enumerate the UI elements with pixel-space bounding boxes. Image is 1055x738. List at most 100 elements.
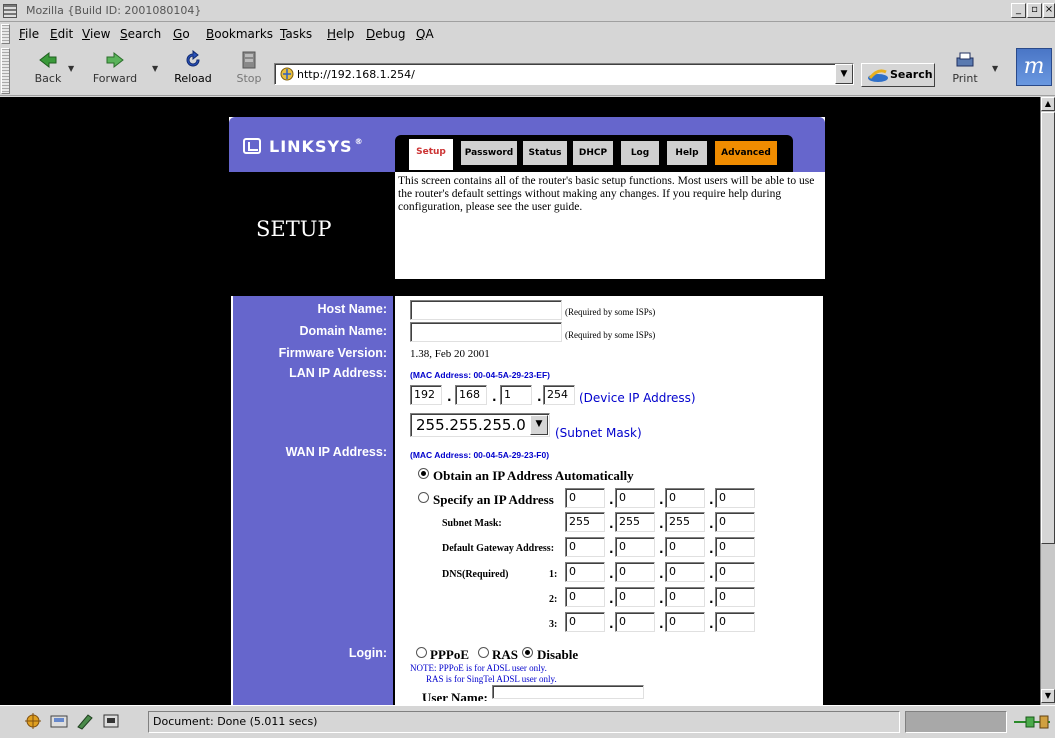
- dns2-octet-4[interactable]: 0: [715, 587, 755, 607]
- navigator-icon[interactable]: [22, 711, 44, 731]
- user-name-input[interactable]: [492, 685, 644, 699]
- host-name-input[interactable]: [410, 300, 562, 320]
- menu-go[interactable]: Go: [173, 27, 190, 41]
- mozilla-throbber[interactable]: m: [1016, 48, 1052, 86]
- tab-help[interactable]: Help: [667, 141, 707, 165]
- stop-icon: [242, 51, 256, 69]
- stop-label: Stop: [236, 72, 262, 85]
- search-button[interactable]: Search: [861, 63, 935, 87]
- dns3-octet-1[interactable]: 0: [565, 612, 605, 632]
- online-connection-icon[interactable]: [1012, 714, 1052, 730]
- menu-search[interactable]: Search: [120, 27, 161, 41]
- lan-ip-octet-4[interactable]: 254: [543, 385, 575, 405]
- wan-ip-octet-1[interactable]: 0: [565, 488, 605, 508]
- menu-qa[interactable]: QA: [416, 27, 434, 41]
- close-button[interactable]: ×: [1043, 3, 1055, 18]
- url-input[interactable]: [297, 66, 817, 82]
- linksys-logo: LINKSYS ®: [243, 137, 364, 156]
- page-viewport: LINKSYS ® Setup Password Status DHCP Log …: [0, 97, 1040, 705]
- composer-icon[interactable]: [74, 711, 96, 731]
- dns3-octet-2[interactable]: 0: [615, 612, 655, 632]
- menu-bookmarks[interactable]: Bookmarks: [206, 27, 273, 41]
- menu-view[interactable]: View: [82, 27, 110, 41]
- chevron-down-icon[interactable]: ▼: [530, 415, 548, 435]
- tab-password[interactable]: Password: [461, 141, 517, 165]
- specify-ip-label: Specify an IP Address: [433, 492, 554, 507]
- page-title: SETUP: [256, 217, 332, 241]
- vertical-scrollbar[interactable]: ▲ ▼: [1040, 97, 1055, 705]
- specify-ip-radio[interactable]: [418, 492, 429, 503]
- menu-file[interactable]: File: [19, 27, 39, 41]
- dns2-octet-3[interactable]: 0: [665, 587, 705, 607]
- menu-help[interactable]: Help: [327, 27, 354, 41]
- dns2-octet-1[interactable]: 0: [565, 587, 605, 607]
- pppoe-note: NOTE: PPPoE is for ADSL user only.: [410, 663, 547, 673]
- menu-debug[interactable]: Debug: [366, 27, 405, 41]
- url-dropdown-button[interactable]: ▼: [835, 64, 853, 84]
- toolbar-grip[interactable]: [1, 48, 10, 94]
- pppoe-radio[interactable]: [416, 647, 427, 658]
- reload-label: Reload: [174, 72, 212, 85]
- dns1-octet-4[interactable]: 0: [715, 562, 755, 582]
- back-button[interactable]: Back: [28, 50, 68, 92]
- menu-edit[interactable]: Edit: [50, 27, 73, 41]
- progress-meter: [905, 711, 1007, 733]
- wan-ip-octet-3[interactable]: 0: [665, 488, 705, 508]
- mail-icon[interactable]: [48, 711, 70, 731]
- forward-dropdown-icon[interactable]: ▼: [152, 64, 158, 73]
- scroll-down-icon[interactable]: ▼: [1041, 689, 1055, 703]
- search-label: Search: [890, 68, 933, 81]
- wan-ip-octet-2[interactable]: 0: [615, 488, 655, 508]
- tab-setup[interactable]: Setup: [409, 139, 453, 170]
- gateway-octet-2[interactable]: 0: [615, 537, 655, 557]
- lan-ip-octet-1[interactable]: 192: [410, 385, 442, 405]
- menu-tasks[interactable]: Tasks: [280, 27, 312, 41]
- ras-radio[interactable]: [478, 647, 489, 658]
- subnet-mask-select[interactable]: 255.255.255.0 ▼: [410, 413, 550, 437]
- wan-ip-octet-4[interactable]: 0: [715, 488, 755, 508]
- window-titlebar: Mozilla {Build ID: 2001080104} _ ▫ ×: [0, 0, 1055, 22]
- dns3-octet-3[interactable]: 0: [665, 612, 705, 632]
- stop-button[interactable]: Stop: [232, 50, 266, 92]
- tab-advanced[interactable]: Advanced: [715, 141, 777, 165]
- lan-ip-octet-2[interactable]: 168: [455, 385, 487, 405]
- dns1-octet-1[interactable]: 0: [565, 562, 605, 582]
- header-band: LINKSYS ® Setup Password Status DHCP Log …: [229, 117, 825, 172]
- minimize-button[interactable]: _: [1011, 3, 1026, 18]
- url-bar[interactable]: ▼: [274, 63, 854, 85]
- dns1-octet-2[interactable]: 0: [615, 562, 655, 582]
- status-text: Document: Done (5.011 secs): [148, 711, 900, 733]
- lan-ip-octet-3[interactable]: 1: [500, 385, 532, 405]
- print-dropdown-icon[interactable]: ▼: [992, 64, 998, 73]
- tab-strip: Setup Password Status DHCP Log Help Adva…: [395, 135, 793, 172]
- scrollbar-thumb[interactable]: [1041, 112, 1055, 544]
- dns1-octet-3[interactable]: 0: [665, 562, 705, 582]
- wan-subnet-octet-4[interactable]: 0: [715, 512, 755, 532]
- navigation-toolbar: Back ▼ Forward ▼ Reload Stop ▼ Search Pr…: [0, 46, 1055, 96]
- scroll-up-icon[interactable]: ▲: [1041, 97, 1055, 111]
- tab-status[interactable]: Status: [523, 141, 567, 165]
- gateway-octet-3[interactable]: 0: [665, 537, 705, 557]
- maximize-button[interactable]: ▫: [1027, 3, 1042, 18]
- menubar-grip[interactable]: [1, 24, 10, 44]
- domain-name-input[interactable]: [410, 322, 562, 342]
- gateway-octet-1[interactable]: 0: [565, 537, 605, 557]
- gateway-label: Default Gateway Address:: [442, 543, 555, 554]
- print-button[interactable]: Print: [950, 50, 980, 92]
- dns3-octet-4[interactable]: 0: [715, 612, 755, 632]
- disable-radio[interactable]: [522, 647, 533, 658]
- forward-button[interactable]: Forward: [80, 50, 150, 92]
- back-dropdown-icon[interactable]: ▼: [68, 64, 74, 73]
- obtain-ip-auto-radio[interactable]: [418, 468, 429, 479]
- reload-button[interactable]: Reload: [170, 50, 216, 92]
- lan-mac-address: (MAC Address: 00-04-5A-29-23-EF): [410, 370, 550, 380]
- wan-subnet-octet-3[interactable]: 255: [665, 512, 705, 532]
- wan-subnet-octet-1[interactable]: 255: [565, 512, 605, 532]
- gateway-octet-4[interactable]: 0: [715, 537, 755, 557]
- address-book-icon[interactable]: [100, 711, 122, 731]
- tab-dhcp[interactable]: DHCP: [573, 141, 613, 165]
- tab-log[interactable]: Log: [621, 141, 659, 165]
- wan-subnet-octet-2[interactable]: 255: [615, 512, 655, 532]
- window-menu-icon[interactable]: [3, 4, 17, 18]
- dns2-octet-2[interactable]: 0: [615, 587, 655, 607]
